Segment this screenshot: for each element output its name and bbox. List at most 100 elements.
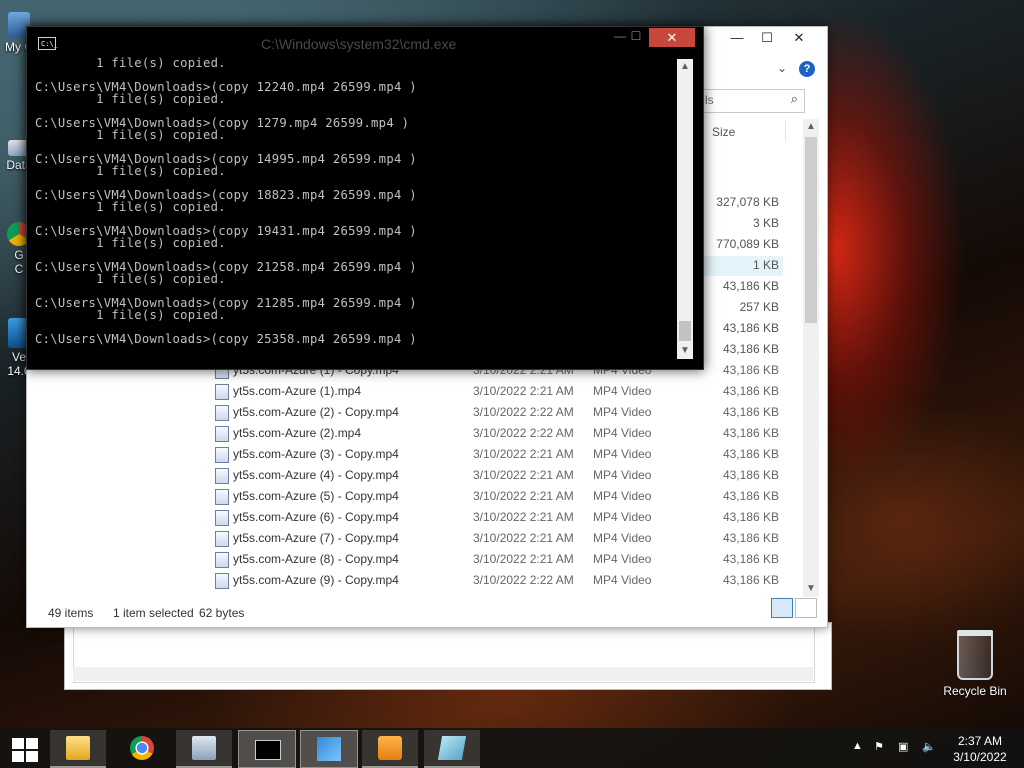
horizontal-scrollbar[interactable] [73,667,813,681]
search-icon[interactable]: ⌕ [791,91,798,107]
scroll-down-icon[interactable]: ▼ [677,343,693,359]
video-file-icon [215,531,229,547]
console-line: 1 file(s) copied. [35,308,226,322]
file-type: MP4 Video [593,552,652,566]
table-row[interactable]: yt5s.com-Azure (7) - Copy.mp4 3/10/2022 2… [213,528,781,549]
file-date: 3/10/2022 2:21 AM [473,489,574,503]
table-row[interactable]: yt5s.com-Azure (8) - Copy.mp4 3/10/2022 2… [213,549,781,570]
video-file-icon [215,405,229,421]
size-cell: 327,078 KB [716,195,779,209]
search-input[interactable]: ls ⌕ [699,89,805,113]
notepad-icon [437,736,467,760]
file-size: 43,186 KB [722,447,779,461]
taskbar-file-explorer[interactable] [50,730,106,768]
clock[interactable]: 2:37 AM 3/10/2022 [944,733,1016,765]
console-output[interactable]: 1 file(s) copied. C:\Users\VM4\Downloads>… [35,57,675,361]
recycle-bin[interactable]: Recycle Bin [940,630,1010,698]
maximize-button[interactable]: ☐ [625,29,647,47]
scrollbar-thumb[interactable] [679,321,691,341]
file-date: 3/10/2022 2:22 AM [473,405,574,419]
selection-status: 1 item selected [113,606,194,620]
volume-muted-icon[interactable]: 🔈 [922,740,936,753]
column-header-size[interactable]: Size [712,125,735,139]
file-size: 43,186 KB [722,573,779,587]
show-hidden-icons-icon[interactable]: ▲ [852,740,863,752]
table-row[interactable]: yt5s.com-Azure (5) - Copy.mp4 3/10/2022 2… [213,486,781,507]
file-name: yt5s.com-Azure (7) - Copy.mp4 [233,531,399,545]
taskbar-chrome[interactable] [114,730,170,766]
file-date: 3/10/2022 2:21 AM [473,384,574,398]
file-size: 43,186 KB [722,468,779,482]
video-file-icon [215,468,229,484]
help-icon[interactable]: ? [799,61,815,77]
action-center-flag-icon[interactable]: ⚑ [874,740,884,753]
table-row[interactable]: yt5s.com-Azure (9) - Copy.mp4 3/10/2022 2… [213,570,781,591]
clock-time: 2:37 AM [957,734,1003,748]
network-icon[interactable]: ▣ [898,740,908,753]
file-name: yt5s.com-Azure (1).mp4 [233,384,362,398]
column-divider[interactable] [785,121,786,141]
taskbar-video-editor[interactable] [300,730,358,768]
file-name: yt5s.com-Azure (3) - Copy.mp4 [233,447,399,461]
taskbar-media-player[interactable] [362,730,418,768]
console-line: 1 file(s) copied. [35,92,226,106]
table-row[interactable]: yt5s.com-Azure (2) - Copy.mp4 3/10/2022 2… [213,402,781,423]
maximize-button[interactable]: ☐ [751,27,783,49]
scroll-up-icon[interactable]: ▲ [677,59,693,75]
file-name: yt5s.com-Azure (5) - Copy.mp4 [233,489,399,503]
file-type: MP4 Video [593,573,652,587]
console-line: 1 file(s) copied. [35,272,226,286]
chrome-icon [130,736,154,760]
recycle-bin-icon [957,630,993,680]
scroll-down-icon[interactable]: ▼ [803,581,819,597]
video-file-icon [215,552,229,568]
file-type: MP4 Video [593,447,652,461]
chevron-down-icon[interactable]: ⌄ [777,61,787,75]
recycle-bin-label: Recycle Bin [943,684,1007,698]
close-button[interactable]: ✕ [783,27,815,49]
file-date: 3/10/2022 2:22 AM [473,573,574,587]
video-file-icon [215,510,229,526]
file-date: 3/10/2022 2:21 AM [473,531,574,545]
video-editor-icon [317,737,341,761]
taskbar-task-manager[interactable] [176,730,232,768]
table-row[interactable]: yt5s.com-Azure (4) - Copy.mp4 3/10/2022 2… [213,465,781,486]
taskbar-cmd[interactable] [238,730,296,768]
size-cell: 43,186 KB [722,321,779,335]
scroll-up-icon[interactable]: ▲ [803,119,819,135]
console-line: 1 file(s) copied. [35,128,226,142]
cmd-window: C:\_ C:\Windows\system32\cmd.exe — ☐ ✕ 1… [26,26,704,370]
cmd-title: C:\Windows\system32\cmd.exe [261,36,457,52]
size-cell: 770,089 KB [716,237,779,251]
table-row[interactable]: yt5s.com-Azure (1).mp4 3/10/2022 2:21 AM M… [213,381,781,402]
file-size: 43,186 KB [722,405,779,419]
scrollbar-thumb[interactable] [805,137,817,323]
details-view-icon[interactable] [771,598,793,618]
file-size: 43,186 KB [722,363,779,377]
minimize-button[interactable]: — [721,27,753,49]
size-cell: 43,186 KB [722,342,779,356]
selection-size: 62 bytes [199,606,245,620]
table-row[interactable]: yt5s.com-Azure (6) - Copy.mp4 3/10/2022 2… [213,507,781,528]
file-size: 43,186 KB [722,426,779,440]
table-row[interactable]: yt5s.com-Azure (3) - Copy.mp4 3/10/2022 2… [213,444,781,465]
size-cell: 3 KB [752,216,779,230]
file-size: 43,186 KB [722,384,779,398]
video-file-icon [215,573,229,589]
status-bar: 49 items 1 item selected 62 bytes [27,597,825,625]
file-type: MP4 Video [593,510,652,524]
cmd-titlebar[interactable]: C:\_ C:\Windows\system32\cmd.exe — ☐ ✕ [27,27,703,57]
background-window [64,622,832,690]
file-type: MP4 Video [593,405,652,419]
close-button[interactable]: ✕ [649,28,695,47]
file-type: MP4 Video [593,531,652,545]
windows-start-icon[interactable] [8,736,40,762]
cmd-scrollbar[interactable]: ▲ ▼ [677,59,693,359]
taskbar-notepad[interactable] [424,730,480,768]
console-line: 1 file(s) copied. [35,164,226,178]
large-icons-view-icon[interactable] [795,598,817,618]
file-name: yt5s.com-Azure (2) - Copy.mp4 [233,405,399,419]
file-date: 3/10/2022 2:21 AM [473,510,574,524]
vertical-scrollbar[interactable]: ▲ ▼ [803,119,819,597]
table-row[interactable]: yt5s.com-Azure (2).mp4 3/10/2022 2:22 AM M… [213,423,781,444]
